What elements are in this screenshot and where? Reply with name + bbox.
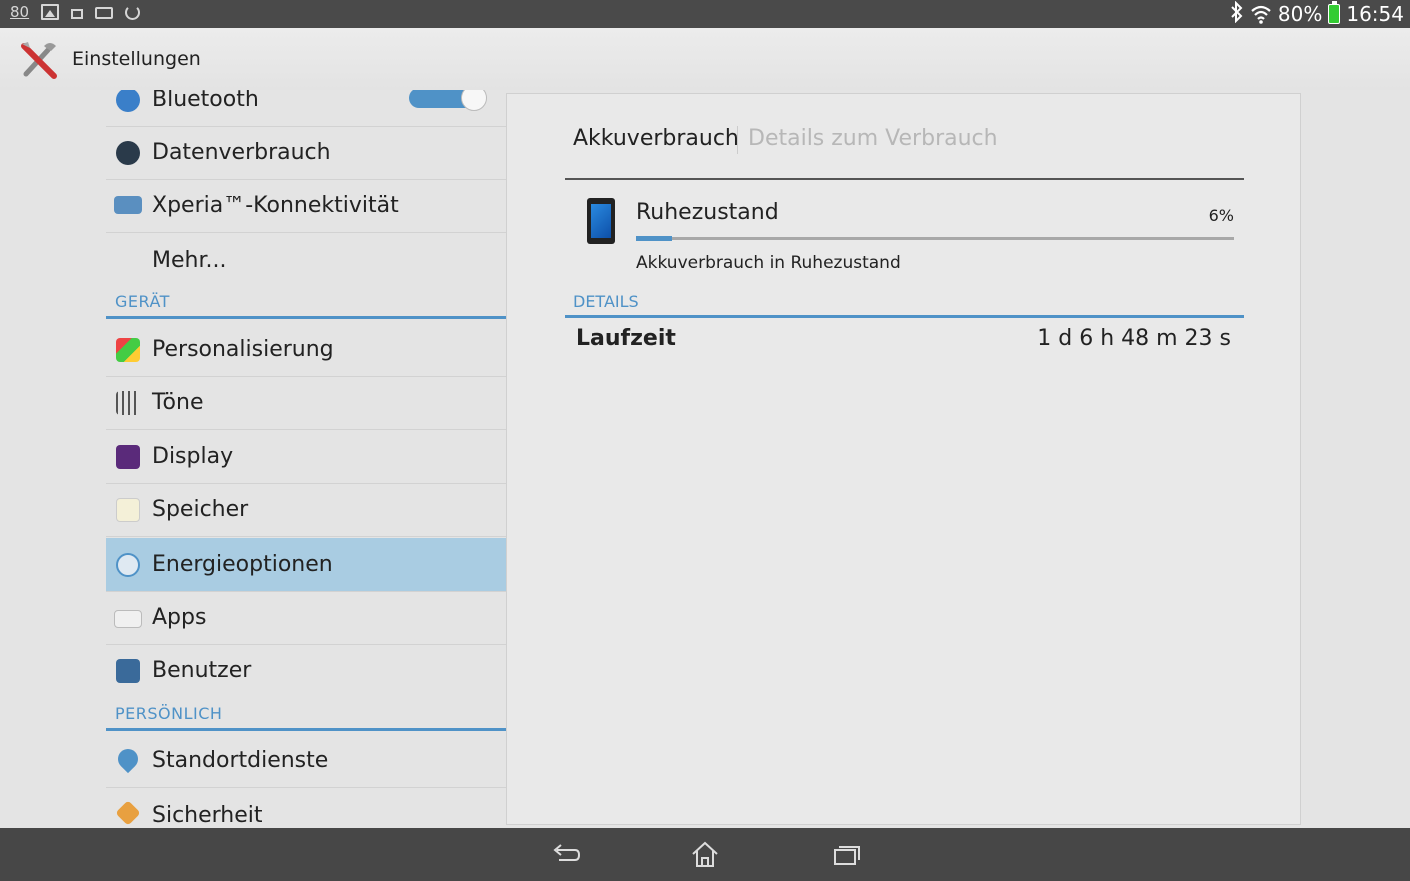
sidebar-item-location[interactable]: Standortdienste bbox=[106, 735, 506, 788]
sidebar-item-label: Display bbox=[152, 444, 234, 469]
sidebar-item-xperia-connectivity[interactable]: Xperia™-Konnektivität bbox=[106, 180, 506, 233]
sidebar-item-data-usage[interactable]: Datenverbrauch bbox=[106, 127, 506, 180]
settings-tools-icon[interactable] bbox=[18, 38, 62, 82]
back-icon[interactable] bbox=[545, 840, 585, 870]
display-icon bbox=[116, 445, 140, 469]
sidebar-item-label: Personalisierung bbox=[152, 337, 334, 362]
usage-item-title: Ruhezustand bbox=[636, 200, 779, 225]
sidebar-item-users[interactable]: Benutzer bbox=[106, 645, 506, 699]
usage-progress-track bbox=[636, 236, 1234, 241]
settings-list: Bluetooth Datenverbrauch Xperia™-Konnekt… bbox=[106, 90, 506, 828]
sidebar-item-apps[interactable]: Apps bbox=[106, 592, 506, 645]
sidebar-item-label: Datenverbrauch bbox=[152, 140, 331, 165]
sidebar-item-label: Xperia™-Konnektivität bbox=[152, 193, 399, 218]
tab-battery-usage[interactable]: Akkuverbrauch bbox=[573, 126, 739, 151]
sidebar-item-power-options[interactable]: Energieoptionen bbox=[106, 538, 506, 592]
status-bar-system: 80% 16:54 bbox=[1230, 0, 1404, 28]
sidebar-item-label: Sicherheit bbox=[152, 803, 263, 828]
usage-progress-fill bbox=[636, 236, 672, 241]
sidebar-item-label: Standortdienste bbox=[152, 748, 329, 773]
sidebar-item-bluetooth[interactable]: Bluetooth bbox=[106, 90, 506, 127]
detail-panel: Akkuverbrauch Details zum Verbrauch Ruhe… bbox=[506, 93, 1301, 825]
runtime-value: 1 d 6 h 48 m 23 s bbox=[1037, 326, 1231, 351]
usage-item-percent: 6% bbox=[1208, 206, 1234, 225]
details-header-label: DETAILS bbox=[573, 292, 639, 311]
tab-usage-details[interactable]: Details zum Verbrauch bbox=[748, 126, 998, 151]
section-header-label: PERSÖNLICH bbox=[115, 704, 223, 723]
usage-item-subtitle: Akkuverbrauch in Ruhezustand bbox=[636, 253, 901, 273]
clock: 16:54 bbox=[1346, 2, 1404, 26]
tab-divider bbox=[737, 126, 738, 154]
battery-icon bbox=[1328, 1, 1341, 24]
sidebar-item-label: Mehr... bbox=[152, 248, 227, 273]
sidebar-item-label: Apps bbox=[152, 605, 207, 630]
phone-icon bbox=[587, 198, 615, 244]
personalization-icon bbox=[116, 338, 140, 362]
bluetooth-toggle[interactable] bbox=[409, 90, 487, 111]
battery-percent: 80% bbox=[1277, 2, 1323, 26]
lock-rotate-icon bbox=[71, 9, 84, 19]
sync-icon bbox=[125, 4, 141, 20]
sidebar-item-display[interactable]: Display bbox=[106, 431, 506, 484]
section-header-personal: PERSÖNLICH bbox=[106, 699, 506, 731]
recent-apps-icon[interactable] bbox=[826, 840, 866, 870]
sidebar-item-label: Energieoptionen bbox=[152, 552, 333, 577]
sidebar-item-more[interactable]: Mehr... bbox=[106, 233, 506, 287]
home-icon[interactable] bbox=[685, 840, 725, 870]
tabs-underline bbox=[565, 178, 1244, 180]
sidebar-item-security[interactable]: Sicherheit bbox=[106, 788, 506, 828]
action-bar: Einstellungen bbox=[0, 28, 1410, 90]
status-bar-notifications: 80 bbox=[10, 3, 141, 21]
bluetooth-icon bbox=[1230, 0, 1244, 28]
apps-icon bbox=[114, 610, 142, 628]
sidebar-item-storage[interactable]: Speicher bbox=[106, 484, 506, 537]
power-options-icon bbox=[116, 553, 140, 577]
details-section-header: DETAILS bbox=[565, 290, 1244, 318]
section-header-label: GERÄT bbox=[115, 292, 170, 311]
security-icon bbox=[115, 800, 141, 826]
sidebar-item-personalization[interactable]: Personalisierung bbox=[106, 324, 506, 377]
notification-count: 80 bbox=[10, 3, 30, 21]
sidebar-item-label: Benutzer bbox=[152, 658, 252, 683]
usb-icon bbox=[95, 7, 114, 19]
runtime-label: Laufzeit bbox=[576, 326, 676, 351]
status-bar: 80 80% 16:54 bbox=[0, 0, 1410, 28]
wifi-icon bbox=[1250, 3, 1272, 25]
location-icon bbox=[113, 744, 143, 774]
image-icon bbox=[41, 4, 60, 20]
section-header-device: GERÄT bbox=[106, 287, 506, 319]
xperia-connectivity-icon bbox=[114, 196, 142, 214]
users-icon bbox=[116, 659, 140, 683]
sidebar-item-sounds[interactable]: Töne bbox=[106, 377, 506, 430]
sidebar-item-label: Töne bbox=[152, 390, 204, 415]
bluetooth-icon bbox=[116, 90, 140, 112]
sidebar-item-label: Speicher bbox=[152, 497, 249, 522]
sound-equalizer-icon bbox=[116, 391, 140, 415]
storage-icon bbox=[116, 498, 140, 522]
navigation-bar bbox=[0, 828, 1410, 881]
toggle-knob bbox=[461, 90, 487, 111]
data-usage-icon bbox=[116, 141, 140, 165]
sidebar-item-label: Bluetooth bbox=[152, 90, 259, 112]
page-title: Einstellungen bbox=[72, 48, 201, 70]
